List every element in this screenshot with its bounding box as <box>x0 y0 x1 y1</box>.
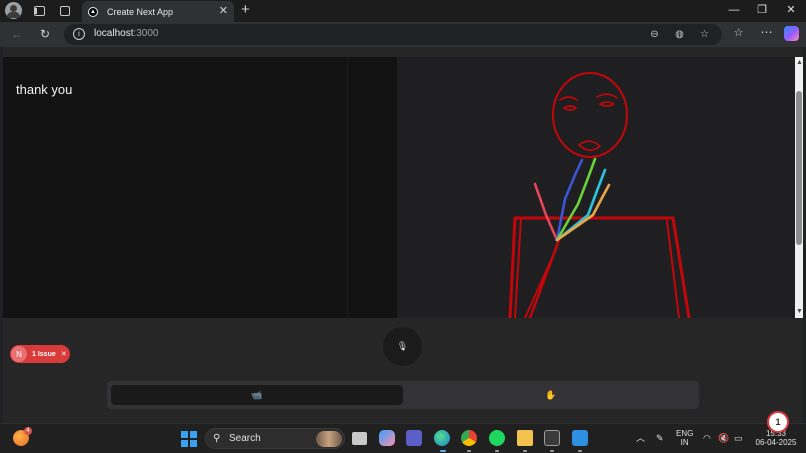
microphone-button[interactable]: 🎙 <box>383 327 422 366</box>
hand-thumb <box>533 182 559 242</box>
transcript-panel: thank you <box>3 57 397 318</box>
chrome-indicator <box>467 450 471 452</box>
hand-icon: ✋ <box>545 389 557 400</box>
language-indicator[interactable]: ENG IN <box>676 429 693 447</box>
teams-icon[interactable] <box>406 430 422 446</box>
right-eyebrow <box>596 93 618 99</box>
spotify-icon[interactable] <box>489 430 505 446</box>
vscode-icon[interactable] <box>572 430 588 446</box>
hand-mode-button[interactable]: ✋ <box>407 385 695 405</box>
reader-mode-icon[interactable]: ◍ <box>673 28 686 41</box>
edge-icon[interactable] <box>434 430 450 446</box>
search-label: Search <box>229 433 261 444</box>
battery-icon[interactable]: ▭ <box>734 433 743 443</box>
controls-area: 🎙 📹 ✋ <box>3 318 803 423</box>
right-arm <box>671 216 691 318</box>
back-arrow-icon[interactable]: ← <box>10 27 24 41</box>
url-host: localhost <box>94 28 134 39</box>
nextjs-issues-badge[interactable]: N 1 Issue ✕ <box>10 345 70 363</box>
microphone-icon: 🎙 <box>396 341 409 351</box>
search-highlight-image <box>316 431 342 447</box>
profile-avatar-icon[interactable] <box>5 2 22 19</box>
scroll-thumb[interactable] <box>796 91 802 245</box>
favorites-icon[interactable]: ☆ <box>732 27 745 40</box>
title-bar: ▲ Create Next App ✕ + — ❐ ✕ <box>0 0 806 22</box>
minimize-button[interactable]: — <box>727 3 741 17</box>
chrome-icon[interactable] <box>461 430 477 446</box>
close-window-button[interactable]: ✕ <box>784 3 798 17</box>
widget-badge: 4 <box>24 427 32 435</box>
workspaces-icon[interactable] <box>31 3 47 19</box>
tab-title: Create Next App <box>107 6 174 17</box>
file-explorer-icon[interactable] <box>352 432 367 445</box>
panel-divider <box>347 57 348 318</box>
tab-create-next-app[interactable]: ▲ Create Next App ✕ <box>82 1 234 22</box>
head-outline <box>552 72 628 158</box>
issues-close-icon[interactable]: ✕ <box>61 350 67 358</box>
language-code: ENG <box>676 429 694 438</box>
issues-count-label[interactable]: 1 Issue <box>32 351 56 358</box>
page-viewport: thank you ▲ ▼ 🎙 📹 ✋ <box>3 47 803 423</box>
speaker-muted-icon[interactable]: 🔇 <box>718 433 729 443</box>
left-eyebrow <box>559 96 578 101</box>
windows-taskbar: 4 ⚲ Search ︿ ✎ ENG IN ◠ 🔇 ▭ 15:33 06-04-… <box>0 411 806 453</box>
url-text[interactable]: localhost:3000 <box>94 28 159 39</box>
taskbar-search[interactable]: ⚲ Search <box>205 428 345 449</box>
camera-icon: 📹 <box>251 389 263 400</box>
camera-mode-button[interactable]: 📹 <box>111 385 403 405</box>
scroll-up-arrow-icon[interactable]: ▲ <box>796 59 803 67</box>
reload-icon[interactable]: ↻ <box>38 27 52 41</box>
vscode-indicator <box>578 450 582 452</box>
show-hidden-icons-icon[interactable]: ︿ <box>636 433 645 443</box>
url-port: :3000 <box>133 28 159 39</box>
favorite-star-icon[interactable]: ☆ <box>698 28 711 41</box>
pose-canvas <box>397 57 795 318</box>
forearm-inner <box>524 246 558 318</box>
left-arm-inner <box>514 217 522 318</box>
copilot-app-icon[interactable] <box>379 430 395 446</box>
left-arm <box>508 216 517 318</box>
address-bar[interactable]: i localhost:3000 ⊖ ◍ ☆ <box>64 24 722 45</box>
wifi-icon[interactable]: ◠ <box>703 433 711 443</box>
pen-icon[interactable]: ✎ <box>656 433 664 443</box>
browser-toolbar: ← ↻ i localhost:3000 ⊖ ◍ ☆ <box>0 22 806 47</box>
pose-skeleton-drawing <box>508 72 691 318</box>
edge-active-indicator <box>440 450 446 452</box>
folder-icon[interactable] <box>517 430 533 446</box>
clock-date: 06-04-2025 <box>755 438 797 447</box>
scroll-down-arrow-icon[interactable]: ▼ <box>796 308 803 316</box>
vertical-scrollbar[interactable]: ▲ ▼ <box>795 57 803 318</box>
restore-button[interactable]: ❐ <box>755 3 769 17</box>
mouth <box>578 140 601 152</box>
nextjs-logo-icon: N <box>11 346 27 362</box>
region-code: IN <box>680 438 689 447</box>
tab-actions-icon[interactable] <box>57 3 73 19</box>
tab-close-icon[interactable]: ✕ <box>219 5 228 17</box>
windows-start-icon[interactable] <box>181 431 197 447</box>
left-eye <box>563 105 577 111</box>
folder-indicator <box>523 450 527 452</box>
search-icon: ⚲ <box>213 433 221 444</box>
terminal-indicator <box>550 450 554 452</box>
transcript-text: thank you <box>16 82 73 97</box>
nextjs-favicon-icon: ▲ <box>88 6 98 17</box>
right-eye <box>599 101 615 107</box>
more-menu-icon[interactable]: ⋯ <box>760 26 773 39</box>
notification-badge[interactable]: 1 <box>767 411 789 433</box>
terminal-icon[interactable] <box>544 430 560 446</box>
new-tab-button[interactable]: + <box>241 2 250 18</box>
zoom-icon[interactable]: ⊖ <box>648 28 661 41</box>
spotify-indicator <box>495 450 499 452</box>
site-info-icon[interactable]: i <box>73 28 85 40</box>
mode-toggle: 📹 ✋ <box>107 381 699 409</box>
copilot-icon[interactable] <box>784 26 799 41</box>
